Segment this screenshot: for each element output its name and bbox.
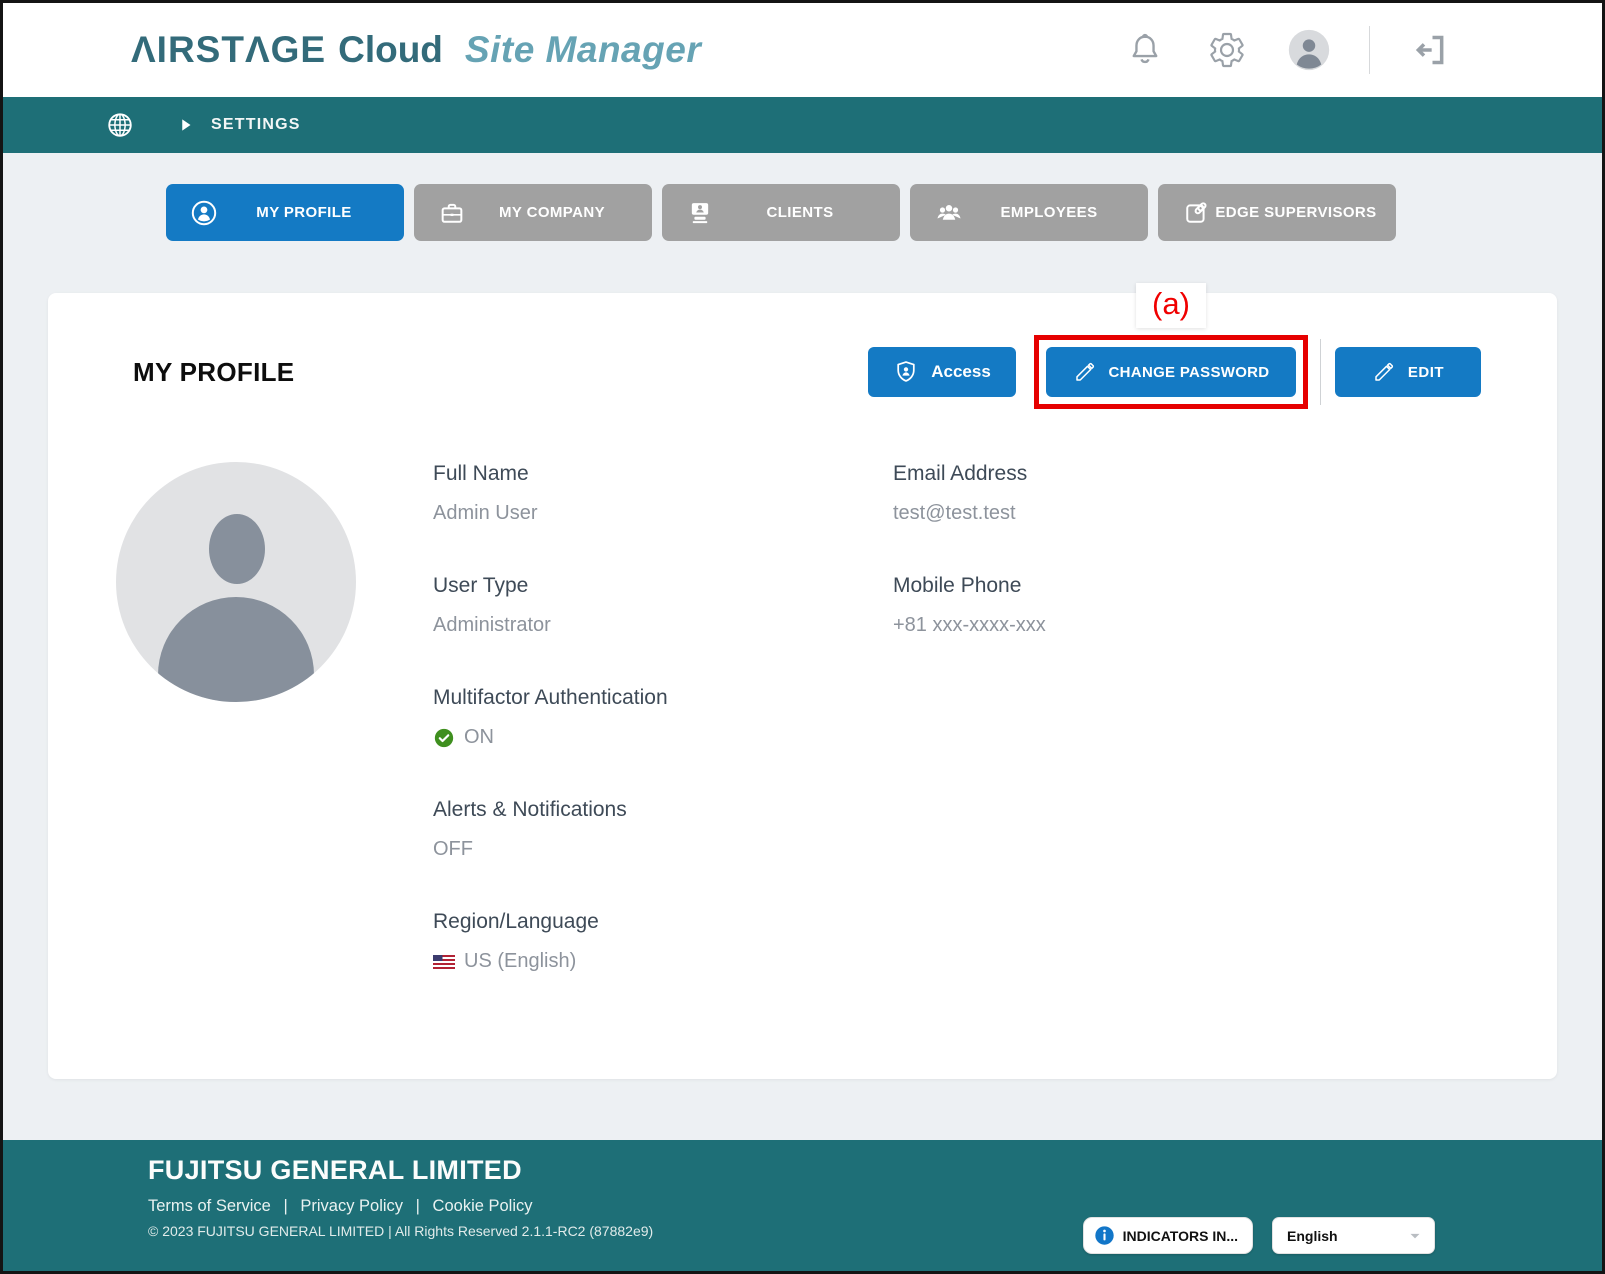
- indicators-info-button[interactable]: INDICATORS IN...: [1083, 1217, 1253, 1254]
- link-square-icon: [1182, 199, 1210, 227]
- cookie-policy-link[interactable]: Cookie Policy: [433, 1197, 533, 1215]
- brand-cloud: Cloud: [338, 29, 443, 71]
- avatar-shoulders: [158, 597, 314, 702]
- field-label: Region/Language: [433, 910, 893, 934]
- access-button-label: Access: [931, 362, 991, 382]
- my-profile-card: MY PROFILE Access (a): [48, 293, 1557, 1079]
- tab-my-profile[interactable]: MY PROFILE: [166, 184, 404, 241]
- field-value: test@test.test: [893, 502, 1016, 525]
- briefcase-icon: [438, 199, 466, 227]
- field-multifactor-authentication: Multifactor Authentication ON: [433, 686, 893, 749]
- region-value: US (English): [464, 950, 576, 973]
- link-separator: |: [283, 1197, 287, 1215]
- tab-my-company[interactable]: MY COMPANY: [414, 184, 652, 241]
- edit-button[interactable]: EDIT: [1335, 347, 1481, 397]
- header-divider: [1369, 26, 1370, 74]
- link-separator: |: [416, 1197, 420, 1215]
- logout-icon[interactable]: [1408, 28, 1452, 72]
- field-mobile-phone: Mobile Phone +81 xxx-xxxx-xxx: [893, 574, 1517, 637]
- person-circle-icon: [190, 199, 218, 227]
- page-title: MY PROFILE: [133, 357, 294, 388]
- mfa-status: ON: [464, 726, 494, 749]
- tab-label: MY COMPANY: [466, 204, 638, 221]
- button-divider: [1320, 339, 1321, 405]
- avatar-head: [209, 514, 265, 584]
- language-dropdown[interactable]: English: [1272, 1217, 1435, 1254]
- settings-gear-icon[interactable]: [1205, 28, 1249, 72]
- app-window: ΛIRSTΛGE Cloud Site Manager: [0, 0, 1605, 1274]
- tab-clients[interactable]: CLIENTS: [662, 184, 900, 241]
- us-flag-icon: [433, 955, 455, 969]
- language-selected-value: English: [1287, 1228, 1338, 1244]
- field-alerts-notifications: Alerts & Notifications OFF: [433, 798, 893, 861]
- field-label: Full Name: [433, 462, 893, 486]
- tab-label: MY PROFILE: [218, 204, 390, 221]
- globe-icon[interactable]: [105, 110, 135, 140]
- annotation-highlight-box: (a) CHANGE PASSWORD: [1034, 335, 1308, 409]
- footer-company-name: FUJITSU GENERAL LIMITED: [148, 1155, 1602, 1186]
- field-user-type: User Type Administrator: [433, 574, 893, 637]
- shield-person-icon: [893, 359, 919, 385]
- tab-label: CLIENTS: [714, 204, 886, 221]
- privacy-policy-link[interactable]: Privacy Policy: [300, 1197, 403, 1215]
- brand-logo: ΛIRSTΛGE Cloud Site Manager: [131, 29, 701, 71]
- alerts-status: OFF: [433, 838, 473, 861]
- field-value: Administrator: [433, 614, 551, 637]
- field-value: Admin User: [433, 502, 537, 525]
- field-region-language: Region/Language US (English): [433, 910, 893, 973]
- field-email-address: Email Address test@test.test: [893, 462, 1517, 525]
- change-password-button[interactable]: CHANGE PASSWORD: [1046, 347, 1296, 397]
- brand-site-manager: Site Manager: [465, 29, 701, 71]
- field-label: Alerts & Notifications: [433, 798, 893, 822]
- breadcrumb-bar: SETTINGS: [3, 97, 1602, 153]
- site-footer: FUJITSU GENERAL LIMITED Terms of Service…: [3, 1140, 1602, 1271]
- user-avatar[interactable]: [1287, 28, 1331, 72]
- info-icon: [1094, 1225, 1115, 1246]
- client-stamp-icon: [686, 199, 714, 227]
- tab-bar: MY PROFILE MY COMPANY: [166, 184, 1602, 241]
- change-password-label: CHANGE PASSWORD: [1109, 364, 1270, 381]
- tab-employees[interactable]: EMPLOYEES: [910, 184, 1148, 241]
- annotation-a-label: (a): [1136, 283, 1206, 328]
- field-label: Mobile Phone: [893, 574, 1517, 598]
- edit-button-label: EDIT: [1408, 364, 1444, 381]
- breadcrumb-arrow-icon: [177, 116, 195, 134]
- chevron-down-icon: [1406, 1227, 1424, 1245]
- notifications-bell-icon[interactable]: [1123, 28, 1167, 72]
- access-button[interactable]: Access: [868, 347, 1016, 397]
- breadcrumb-settings-label: SETTINGS: [211, 116, 301, 134]
- main-content: MY PROFILE MY COMPANY: [3, 153, 1602, 1140]
- top-header: ΛIRSTΛGE Cloud Site Manager: [3, 3, 1602, 97]
- indicators-button-label: INDICATORS IN...: [1123, 1228, 1238, 1244]
- check-circle-icon: [433, 727, 455, 749]
- terms-of-service-link[interactable]: Terms of Service: [148, 1197, 271, 1215]
- field-value: +81 xxx-xxxx-xxx: [893, 614, 1046, 637]
- profile-photo-placeholder: [116, 462, 356, 702]
- footer-links: Terms of Service | Privacy Policy | Cook…: [148, 1197, 1602, 1216]
- field-full-name: Full Name Admin User: [433, 462, 893, 525]
- field-label: Multifactor Authentication: [433, 686, 893, 710]
- field-label: Email Address: [893, 462, 1517, 486]
- brand-airstage: ΛIRSTΛGE: [131, 29, 326, 71]
- field-label: User Type: [433, 574, 893, 598]
- pencil-icon: [1073, 360, 1097, 384]
- people-group-icon: [934, 198, 964, 228]
- pencil-icon: [1372, 360, 1396, 384]
- tab-label: EMPLOYEES: [964, 204, 1134, 221]
- tab-label: EDGE SUPERVISORS: [1210, 204, 1382, 221]
- tab-edge-supervisors[interactable]: EDGE SUPERVISORS: [1158, 184, 1396, 241]
